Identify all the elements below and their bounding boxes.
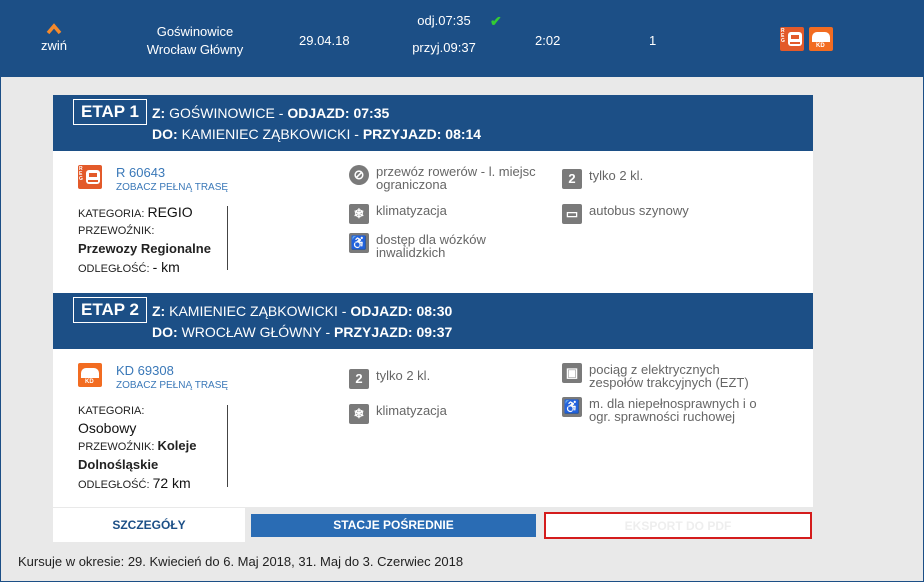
carrier-value: Przewozy Regionalne <box>78 241 211 256</box>
reduced-mobility-icon: ♿ <box>562 397 582 417</box>
summary-date: 29.04.18 <box>299 33 350 48</box>
summary-duration: 2:02 <box>535 33 561 48</box>
feature-label: klimatyzacja <box>376 203 447 218</box>
train-number-link[interactable]: R 60643 <box>116 165 165 180</box>
export-pdf-button[interactable]: EKSPORT DO PDF <box>544 512 812 539</box>
check-icon: ✔ <box>490 13 502 29</box>
departure-time: ODJAZD: 07:35 <box>287 105 390 121</box>
collapse-button[interactable]: zwiń <box>31 23 77 53</box>
feature-label: tylko 2 kl. <box>589 168 644 183</box>
kd-operator-icon: KD <box>809 27 833 51</box>
distance-label: ODLEGŁOŚĆ: <box>78 263 150 275</box>
arrival-time: PRZYJAZD: 08:14 <box>362 126 482 142</box>
tab-intermediate-stations[interactable]: STACJE POŚREDNIE <box>251 514 536 537</box>
stage-to-line: DO: KAMIENIEC ZĄBKOWICKI - PRZYJAZD: 08:… <box>152 126 482 142</box>
from-station: GOŚWINOWICE <box>169 105 275 121</box>
collapse-label[interactable]: zwiń <box>31 38 77 53</box>
stage-1-body: R E G R 60643 ZOBACZ PEŁNĄ TRASĘ KATEGOR… <box>53 151 813 293</box>
feature-disabled: ♿ m. dla niepełnosprawnych i o ogr. spra… <box>562 397 777 423</box>
snowflake-icon: ❄ <box>349 204 369 224</box>
feature-railbus: ▭ autobus szynowy <box>562 204 689 224</box>
summary-changes: 1 <box>649 33 657 48</box>
summary-arrival: przyj.09:37 <box>412 40 476 55</box>
from-prefix: Z: <box>152 303 166 319</box>
category-value: REGIO <box>147 204 193 220</box>
wheelchair-icon: ♿ <box>349 233 369 253</box>
distance-label: ODLEGŁOŚĆ: <box>78 479 150 491</box>
feature-label: pociąg z elektrycznych zespołów trakcyjn… <box>589 362 749 390</box>
summary-times: odj.07:35 przyj.09:37 <box>399 13 489 55</box>
connection-summary-row[interactable]: zwiń Goświnowice Wrocław Główny 29.04.18… <box>1 1 923 77</box>
summary-to-station: Wrocław Główny <box>146 42 244 57</box>
operating-period: Kursuje w okresie: 29. Kwiecień do 6. Ma… <box>18 554 464 569</box>
to-station: WROCŁAW GŁÓWNY <box>181 324 322 340</box>
to-station: KAMIENIEC ZĄBKOWICKI <box>181 126 351 142</box>
feature-label: autobus szynowy <box>589 203 689 218</box>
to-prefix: DO: <box>152 324 178 340</box>
carrier-label: PRZEWOŹNIK: <box>78 225 155 237</box>
feature-ezt: ▣ pociąg z elektrycznych zespołów trakcy… <box>562 363 777 389</box>
feature-wheelchair: ♿ dostęp dla wózków inwalidzkich <box>349 233 519 259</box>
divider <box>227 405 228 487</box>
railbus-icon: ▭ <box>562 204 582 224</box>
feature-label: przewóz rowerów - l. miejsc ograniczona <box>376 164 536 192</box>
stages-panel: ETAP 1 Z: GOŚWINOWICE - ODJAZD: 07:35 DO… <box>53 95 813 507</box>
feature-bikes: ⊘ przewóz rowerów - l. miejsc ograniczon… <box>349 165 554 191</box>
electric-train-icon: ▣ <box>562 363 582 383</box>
stage-to-line: DO: WROCŁAW GŁÓWNY - PRZYJAZD: 09:37 <box>152 324 453 340</box>
train-details: KATEGORIA: REGIO PRZEWOŹNIK: Przewozy Re… <box>78 204 228 278</box>
chevron-up-icon[interactable] <box>46 23 62 35</box>
stage-2-body: KD KD 69308 ZOBACZ PEŁNĄ TRASĘ KATEGORIA… <box>53 349 813 507</box>
second-class-icon: 2 <box>562 169 582 189</box>
carrier-label: PRZEWOŹNIK: <box>78 441 155 453</box>
feature-label: klimatyzacja <box>376 403 447 418</box>
full-route-link[interactable]: ZOBACZ PEŁNĄ TRASĘ <box>116 182 228 193</box>
to-prefix: DO: <box>152 126 178 142</box>
category-value: Osobowy <box>78 420 137 436</box>
train-number-link[interactable]: KD 69308 <box>116 363 174 378</box>
snowflake-icon: ❄ <box>349 404 369 424</box>
operator-icons: R E G KD <box>780 27 833 51</box>
summary-departure: odj.07:35 <box>417 13 471 28</box>
train-info: KD KD 69308 ZOBACZ PEŁNĄ TRASĘ <box>78 363 228 391</box>
feature-second-class: 2 tylko 2 kl. <box>349 369 430 389</box>
stage-from-line: Z: KAMIENIEC ZĄBKOWICKI - ODJAZD: 08:30 <box>152 303 453 319</box>
summary-from-station: Goświnowice <box>156 24 234 39</box>
tab-details[interactable]: SZCZEGÓŁY <box>53 508 245 542</box>
arrival-time: PRZYJAZD: 09:37 <box>334 324 453 340</box>
distance-value: - km <box>152 259 180 275</box>
category-label: KATEGORIA: <box>78 208 145 220</box>
feature-second-class: 2 tylko 2 kl. <box>562 169 643 189</box>
feature-ac: ❄ klimatyzacja <box>349 204 447 224</box>
regio-operator-icon: R E G <box>78 165 102 189</box>
stage-from-line: Z: GOŚWINOWICE - ODJAZD: 07:35 <box>152 105 390 121</box>
bicycle-icon: ⊘ <box>349 165 369 185</box>
category-label: KATEGORIA: <box>78 405 145 417</box>
summary-stations: Goświnowice Wrocław Główny <box>125 23 265 59</box>
feature-ac: ❄ klimatyzacja <box>349 404 447 424</box>
distance-value: 72 km <box>152 475 191 491</box>
from-prefix: Z: <box>152 105 166 121</box>
regio-operator-icon: R E G <box>780 27 804 51</box>
from-station: KAMIENIEC ZĄBKOWICKI <box>169 303 338 319</box>
departure-time: ODJAZD: 08:30 <box>350 303 453 319</box>
feature-label: dostęp dla wózków inwalidzkich <box>376 232 486 260</box>
connection-details: zwiń Goświnowice Wrocław Główny 29.04.18… <box>0 0 924 582</box>
full-route-link[interactable]: ZOBACZ PEŁNĄ TRASĘ <box>116 380 228 391</box>
second-class-icon: 2 <box>349 369 369 389</box>
stage-1-header: ETAP 1 Z: GOŚWINOWICE - ODJAZD: 07:35 DO… <box>53 95 813 151</box>
kd-operator-icon: KD <box>78 363 102 387</box>
train-details: KATEGORIA: Osobowy PRZEWOŹNIK: Koleje Do… <box>78 403 228 494</box>
stage-badge: ETAP 2 <box>73 297 147 323</box>
divider <box>227 206 228 270</box>
stage-2-header: ETAP 2 Z: KAMIENIEC ZĄBKOWICKI - ODJAZD:… <box>53 293 813 349</box>
stage-badge: ETAP 1 <box>73 99 147 125</box>
feature-label: tylko 2 kl. <box>376 368 431 383</box>
train-info: R E G R 60643 ZOBACZ PEŁNĄ TRASĘ <box>78 165 228 193</box>
feature-label: m. dla niepełnosprawnych i o ogr. sprawn… <box>589 396 757 424</box>
detail-tabs: SZCZEGÓŁY STACJE POŚREDNIE EKSPORT DO PD… <box>53 508 813 542</box>
